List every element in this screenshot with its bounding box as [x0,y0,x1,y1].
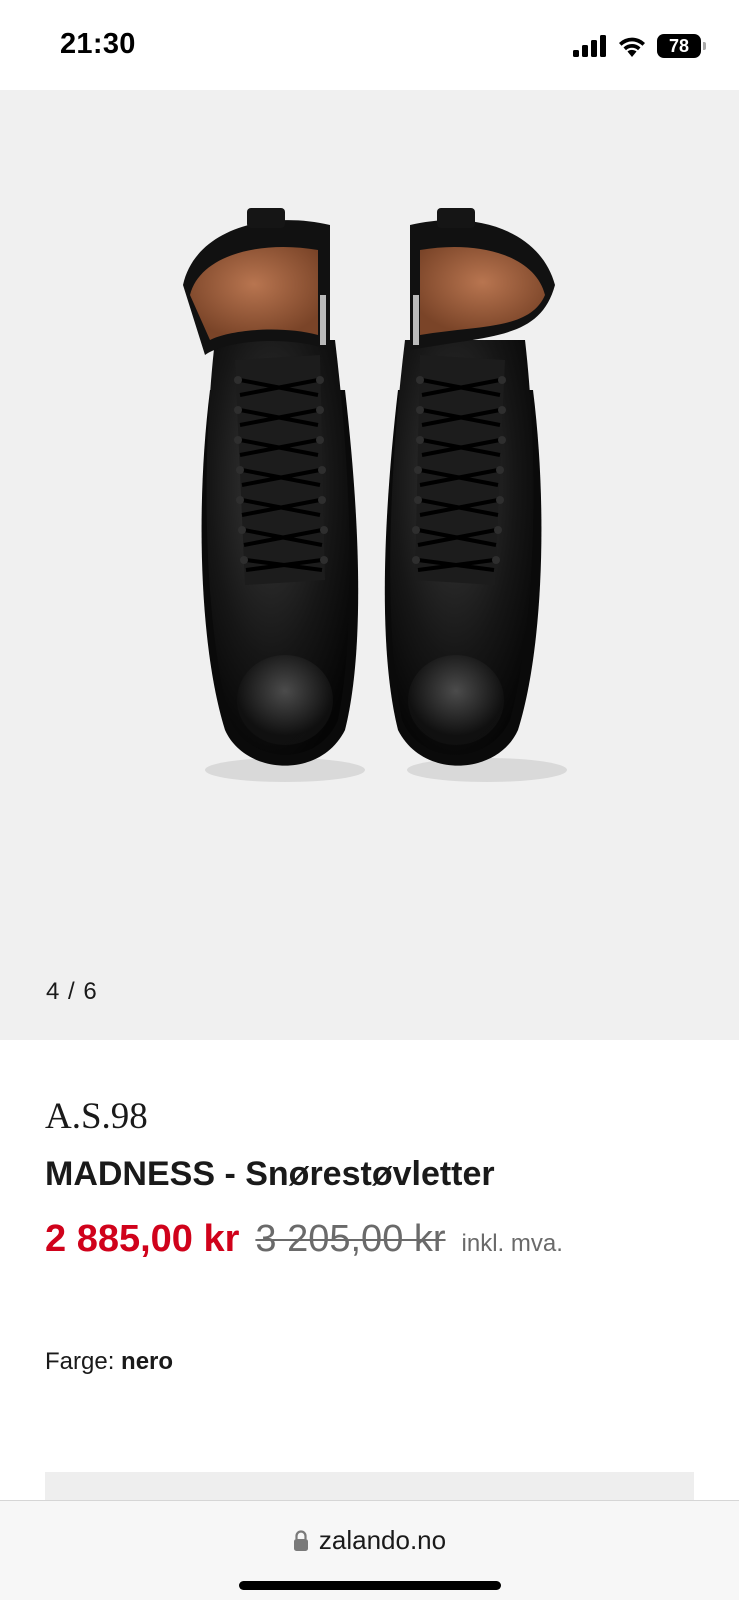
wifi-icon [619,37,645,57]
right-boot [384,208,555,766]
url-text: zalando.no [318,1525,447,1555]
status-bar: 21:30 78 [0,0,739,90]
browser-address-bar[interactable]: zalando.no [0,1500,739,1600]
product-info: A.S.98 MADNESS - Snørestøvletter 2 885,0… [0,1040,739,1512]
boots-photo [183,208,567,782]
battery-level: 78 [668,35,690,56]
tax-note: inkl. mva. [461,1230,563,1257]
url-display[interactable]: zalando.no [0,1525,739,1556]
price-current: 2 885,00 kr [45,1218,240,1260]
left-boot [183,208,359,766]
status-icons: 78 [573,32,706,60]
gallery-counter: 4 / 6 [46,978,98,1005]
product-image-gallery[interactable]: 4 / 6 [0,90,739,1040]
battery-icon: 78 [657,34,706,58]
lock-icon [293,1529,308,1551]
color-label: Farge: [45,1348,115,1375]
brand-name[interactable]: A.S.98 [45,1095,148,1138]
status-time: 21:30 [60,28,136,60]
home-indicator[interactable] [239,1581,501,1590]
color-row: Farge: nero [45,1348,173,1376]
price-original: 3 205,00 kr [255,1218,446,1260]
color-value: nero [121,1348,174,1375]
product-title: MADNESS - Snørestøvletter [45,1155,495,1193]
signal-icon [573,35,606,57]
price-row: 2 885,00 kr 3 205,00 kr inkl. mva. [45,1218,563,1261]
